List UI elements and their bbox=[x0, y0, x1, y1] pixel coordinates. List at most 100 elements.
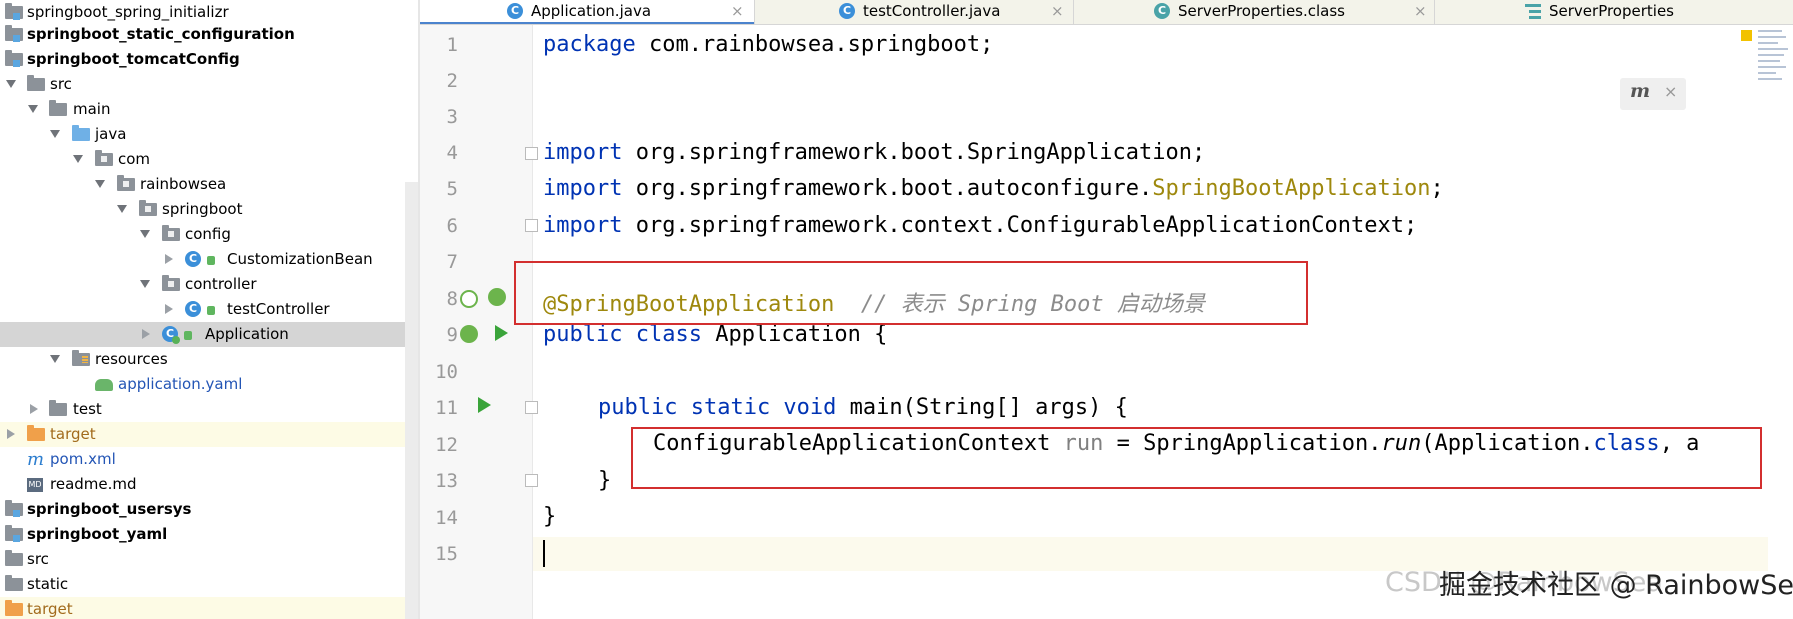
chevron-down-icon[interactable] bbox=[95, 180, 105, 188]
tab-serverproperties-structure[interactable]: ServerProperties bbox=[1435, 0, 1793, 24]
warning-marker-icon[interactable] bbox=[1741, 30, 1752, 41]
tree-item-controller[interactable]: controller bbox=[0, 272, 405, 297]
code-token: public class bbox=[543, 322, 702, 347]
tree-item-springboot-tomcatconfig[interactable]: springboot_tomcatConfig bbox=[0, 47, 405, 72]
code-token: org.springframework.context.Configurable… bbox=[622, 213, 1418, 238]
fold-marker-icon[interactable] bbox=[525, 474, 538, 487]
close-icon[interactable]: × bbox=[1664, 82, 1677, 101]
tree-item-label: readme.md bbox=[50, 475, 137, 493]
chevron-down-icon[interactable] bbox=[140, 230, 150, 238]
code-token: org.springframework.boot.SpringApplicati… bbox=[622, 140, 1206, 165]
folder-icon bbox=[5, 575, 23, 591]
tree-item-java[interactable]: java bbox=[0, 122, 405, 147]
chevron-down-icon[interactable] bbox=[117, 205, 127, 213]
tree-item-test[interactable]: test bbox=[0, 397, 405, 422]
line-number: 7 bbox=[446, 251, 458, 273]
tree-item-target[interactable]: target bbox=[0, 422, 405, 447]
code-line-9[interactable]: public class Application { bbox=[543, 322, 887, 347]
tree-item-pom-xml[interactable]: m pom.xml bbox=[0, 447, 405, 472]
tree-item-label: target bbox=[50, 425, 96, 443]
code-line-4[interactable]: import org.springframework.boot.SpringAp… bbox=[543, 140, 1205, 165]
code-token: ; bbox=[1430, 176, 1444, 201]
tree-item-label: springboot_usersys bbox=[27, 500, 192, 518]
tree-item-com[interactable]: com bbox=[0, 147, 405, 172]
fold-marker-icon[interactable] bbox=[525, 147, 538, 160]
spring-boot-gutter-icon[interactable] bbox=[488, 288, 506, 306]
maven-reload-icon[interactable]: m bbox=[1630, 80, 1650, 102]
tree-item-springboot-usersys[interactable]: springboot_usersys bbox=[0, 497, 405, 522]
spring-config-icon bbox=[95, 379, 113, 391]
code-token: import bbox=[543, 176, 623, 201]
tree-item-main[interactable]: main bbox=[0, 97, 405, 122]
tab-serverproperties-class[interactable]: C ServerProperties.class × bbox=[1074, 0, 1434, 24]
chevron-down-icon[interactable] bbox=[28, 105, 38, 113]
tree-item-resources[interactable]: resources bbox=[0, 347, 405, 372]
inspection-widget[interactable]: m × bbox=[1620, 78, 1686, 110]
run-call-highlight-box bbox=[631, 427, 1762, 489]
tree-item-config[interactable]: config bbox=[0, 222, 405, 247]
chevron-right-icon[interactable] bbox=[142, 329, 150, 339]
chevron-down-icon[interactable] bbox=[73, 155, 83, 163]
spring-bean-gutter-icon[interactable] bbox=[460, 325, 478, 343]
tree-item-springboot-static-configuration[interactable]: springboot_static_configuration bbox=[0, 22, 405, 47]
close-icon[interactable]: × bbox=[1414, 0, 1427, 22]
fold-marker-icon[interactable] bbox=[525, 401, 538, 414]
line-number: 14 bbox=[435, 507, 458, 529]
code-line-1[interactable]: package com.rainbowsea.springboot; bbox=[543, 32, 993, 57]
chevron-down-icon[interactable] bbox=[6, 80, 16, 88]
tree-item-target-2[interactable]: target bbox=[0, 597, 405, 619]
class-icon: C bbox=[839, 3, 855, 19]
chevron-right-icon[interactable] bbox=[165, 254, 173, 264]
annotation-highlight-box bbox=[514, 261, 1308, 325]
code-token: import bbox=[543, 213, 623, 238]
tree-item-label: main bbox=[73, 100, 111, 118]
line-number: 13 bbox=[435, 470, 458, 492]
tree-item-springboot[interactable]: springboot bbox=[0, 197, 405, 222]
code-line-11[interactable]: public static void main(String[] args) { bbox=[598, 395, 1128, 420]
tree-scrollbar[interactable] bbox=[405, 182, 418, 619]
tree-item-testcontroller[interactable]: C testController bbox=[0, 297, 405, 322]
close-icon[interactable]: × bbox=[731, 0, 744, 22]
project-tree-panel: springboot_spring_initializr springboot_… bbox=[0, 0, 418, 619]
tree-item-label: resources bbox=[95, 350, 168, 368]
tab-application-java[interactable]: C Application.java × bbox=[420, 0, 754, 24]
line-number: 10 bbox=[435, 361, 458, 383]
tab-testcontroller-java[interactable]: C testController.java × bbox=[755, 0, 1073, 24]
fold-marker-icon[interactable] bbox=[525, 219, 538, 232]
tree-item-springboot-yaml[interactable]: springboot_yaml bbox=[0, 522, 405, 547]
tree-item-application-yaml[interactable]: application.yaml bbox=[0, 372, 405, 397]
spring-bean-search-icon[interactable] bbox=[460, 290, 478, 308]
chevron-right-icon[interactable] bbox=[165, 304, 173, 314]
code-line-5[interactable]: import org.springframework.boot.autoconf… bbox=[543, 176, 1444, 201]
code-line-13[interactable]: } bbox=[598, 468, 611, 493]
tree-item-label: static bbox=[27, 575, 69, 593]
line-number: 9 bbox=[446, 324, 458, 346]
minimap[interactable] bbox=[1758, 28, 1788, 84]
tree-item-label: CustomizationBean bbox=[227, 250, 373, 268]
tree-item-src[interactable]: src bbox=[0, 72, 405, 97]
close-icon[interactable]: × bbox=[1051, 0, 1064, 22]
tab-label: ServerProperties bbox=[1549, 2, 1674, 20]
tree-item-application[interactable]: C Application bbox=[0, 322, 418, 347]
class-icon: C bbox=[507, 3, 523, 19]
chevron-down-icon[interactable] bbox=[50, 130, 60, 138]
run-icon[interactable] bbox=[495, 325, 508, 341]
code-line-14[interactable]: } bbox=[543, 504, 556, 529]
tree-item-customizationbean[interactable]: C CustomizationBean bbox=[0, 247, 405, 272]
chevron-down-icon[interactable] bbox=[140, 280, 150, 288]
run-icon[interactable] bbox=[478, 397, 491, 413]
tree-item-label: src bbox=[27, 550, 49, 568]
tree-item-readme-md[interactable]: MD readme.md bbox=[0, 472, 405, 497]
tree-item-label: springboot_static_configuration bbox=[27, 25, 295, 43]
chevron-right-icon[interactable] bbox=[7, 429, 15, 439]
chevron-right-icon[interactable] bbox=[30, 404, 38, 414]
code-token: } bbox=[598, 468, 612, 493]
code-line-6[interactable]: import org.springframework.context.Confi… bbox=[543, 213, 1417, 238]
tree-item-label: test bbox=[73, 400, 102, 418]
tree-item-src-2[interactable]: src bbox=[0, 547, 405, 572]
code-token: Application { bbox=[701, 322, 888, 347]
tree-item-rainbowsea[interactable]: rainbowsea bbox=[0, 172, 405, 197]
tree-item-label: Application bbox=[205, 325, 289, 343]
chevron-down-icon[interactable] bbox=[50, 355, 60, 363]
tree-item-static[interactable]: static bbox=[0, 572, 405, 597]
